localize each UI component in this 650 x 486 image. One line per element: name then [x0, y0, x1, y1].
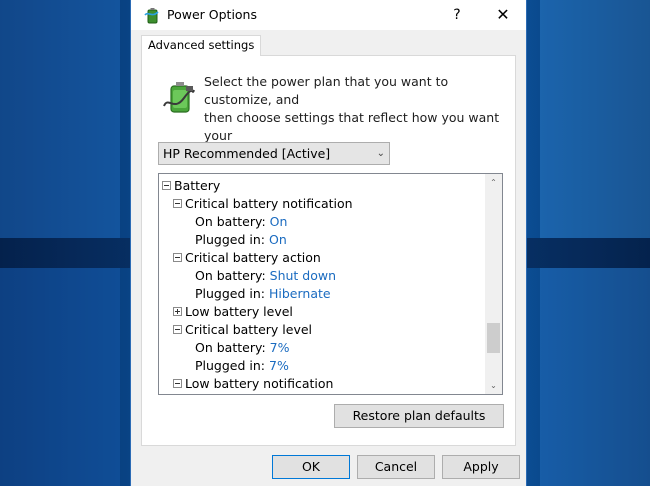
tree-item-low-battery-notification[interactable]: Low battery notification [173, 375, 333, 393]
tree-item-label: Critical battery notification [185, 196, 353, 211]
desktop-pane [0, 268, 120, 486]
tree-setting-plugged-in[interactable]: Plugged in: On [195, 231, 287, 249]
expand-icon[interactable] [173, 307, 182, 316]
tree-item-label: Critical battery level [185, 322, 313, 337]
tree-item-critical-battery-action[interactable]: Critical battery action [173, 249, 321, 267]
settings-tree[interactable]: Battery Critical battery notification On… [158, 173, 503, 395]
tree-setting-label: Plugged in: [195, 232, 266, 247]
tree-item-critical-battery-level[interactable]: Critical battery level [173, 321, 312, 339]
tree-setting-on-battery[interactable]: On battery: Shut down [195, 267, 336, 285]
collapse-icon[interactable] [173, 325, 182, 334]
power-plan-select[interactable]: HP Recommended [Active] ⌄ [158, 142, 390, 165]
tree-setting-label: On battery: [195, 214, 266, 229]
tree-setting-label: Plugged in: [195, 358, 266, 373]
desktop-pane [0, 0, 120, 238]
power-plan-select-value: HP Recommended [Active] [163, 146, 331, 161]
ok-button[interactable]: OK [272, 455, 350, 479]
apply-button[interactable]: Apply [442, 455, 520, 479]
tree-item-label: Critical battery action [185, 250, 321, 265]
scroll-up-icon[interactable]: ⌃ [485, 174, 502, 191]
tree-item-critical-battery-notification[interactable]: Critical battery notification [173, 195, 353, 213]
tree-setting-on-battery[interactable]: On battery: On [195, 213, 287, 231]
intro-line: then choose settings that reflect how yo… [204, 110, 500, 143]
tree-setting-label: On battery: [195, 340, 266, 355]
tree-setting-plugged-in[interactable]: Plugged in: 7% [195, 357, 289, 375]
tree-setting-value[interactable]: On [269, 232, 287, 247]
restore-plan-defaults-button[interactable]: Restore plan defaults [334, 404, 504, 428]
desktop-pane [540, 0, 650, 238]
tree-setting-on-battery[interactable]: On battery: 7% [195, 339, 290, 357]
collapse-icon[interactable] [162, 181, 171, 190]
tab-advanced-settings[interactable]: Advanced settings [141, 35, 262, 56]
window-title: Power Options [167, 7, 257, 22]
tree-item-battery[interactable]: Battery [162, 177, 220, 195]
tree-setting-value[interactable]: Hibernate [269, 286, 331, 301]
tree-item-label: Low battery level [185, 304, 293, 319]
tab-strip: Advanced settings [141, 35, 516, 56]
collapse-icon[interactable] [173, 379, 182, 388]
collapse-icon[interactable] [173, 253, 182, 262]
help-button[interactable]: ? [434, 0, 480, 30]
tree-setting-value[interactable]: Shut down [270, 268, 336, 283]
scrollbar-thumb[interactable] [487, 323, 500, 353]
scroll-down-icon[interactable]: ⌄ [485, 377, 502, 394]
desktop-pane [540, 268, 650, 486]
battery-plug-icon [163, 82, 195, 113]
power-options-icon [144, 8, 159, 24]
title-bar[interactable]: Power Options ? ✕ [131, 0, 526, 30]
tree-item-label: Low battery notification [185, 376, 334, 391]
cancel-button[interactable]: Cancel [357, 455, 435, 479]
tree-setting-plugged-in[interactable]: Plugged in: Hibernate [195, 285, 331, 303]
chevron-down-icon: ⌄ [376, 148, 385, 159]
intro-line: Select the power plan that you want to c… [204, 74, 449, 107]
advanced-settings-panel: Select the power plan that you want to c… [141, 55, 516, 446]
tree-scrollbar[interactable]: ⌃ ⌄ [485, 174, 502, 394]
tree-item-label: Battery [174, 178, 221, 193]
tree-setting-value[interactable]: On [270, 214, 288, 229]
tree-setting-value[interactable]: 7% [270, 340, 290, 355]
power-options-window: Power Options ? ✕ Advanced settings Sele… [130, 0, 527, 486]
tree-setting-label: On battery: [195, 268, 266, 283]
tree-setting-value[interactable]: 7% [269, 358, 289, 373]
close-button[interactable]: ✕ [480, 0, 526, 30]
tree-item-low-battery-level[interactable]: Low battery level [173, 303, 293, 321]
collapse-icon[interactable] [173, 199, 182, 208]
tree-setting-label: Plugged in: [195, 286, 266, 301]
